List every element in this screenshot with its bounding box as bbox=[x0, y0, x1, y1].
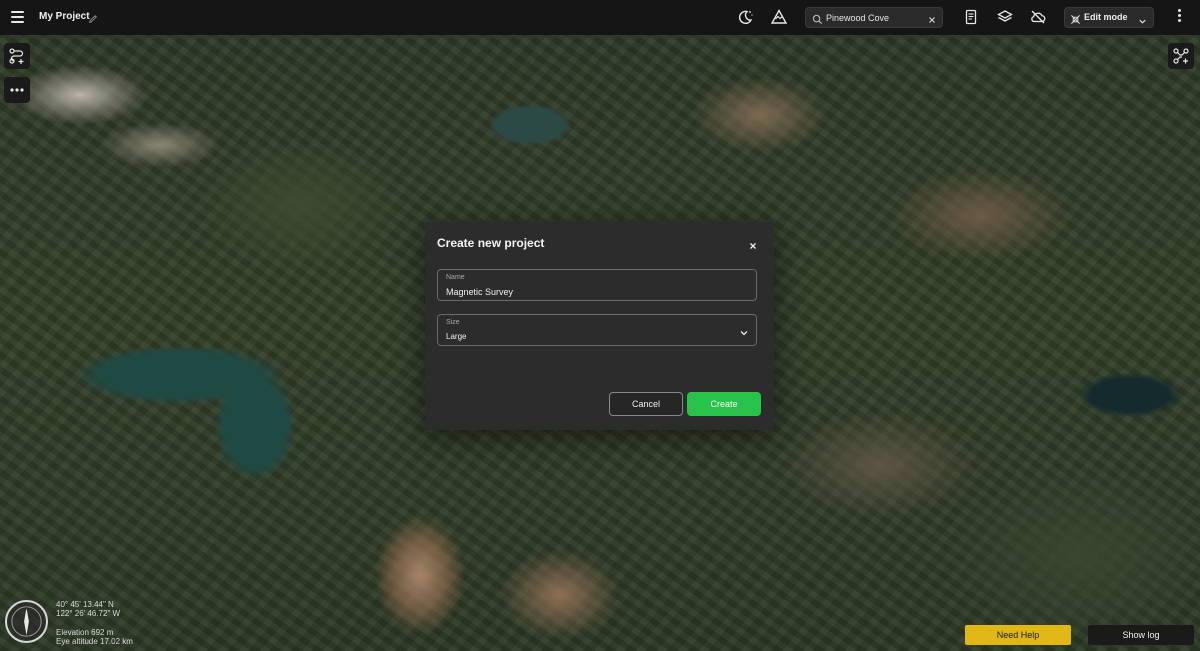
close-icon[interactable] bbox=[927, 12, 937, 23]
search-box[interactable] bbox=[805, 7, 943, 28]
latitude-text: 40° 45' 13.44" N bbox=[56, 600, 114, 609]
size-field-label: Size bbox=[446, 319, 460, 326]
chevron-down-icon bbox=[739, 325, 749, 336]
search-icon bbox=[812, 12, 823, 25]
elevation-text: Elevation 692 m bbox=[56, 628, 114, 637]
hamburger-icon[interactable] bbox=[11, 11, 24, 23]
eye-altitude-text: Eye altitude 17.02 km bbox=[56, 637, 133, 646]
ellipsis-icon[interactable] bbox=[4, 77, 30, 103]
project-name-input[interactable] bbox=[446, 285, 746, 298]
chevron-down-icon bbox=[1138, 13, 1147, 24]
close-icon[interactable] bbox=[748, 238, 758, 249]
route-add-icon[interactable] bbox=[4, 43, 30, 69]
cancel-button[interactable]: Cancel bbox=[609, 392, 683, 416]
app-root: My Project Pinewood Cove Edit mode Creat… bbox=[0, 0, 1200, 651]
project-size-select[interactable]: Size Large bbox=[437, 314, 757, 346]
compass-icon[interactable]: N bbox=[5, 600, 48, 643]
kebab-icon[interactable] bbox=[1176, 9, 1182, 25]
cloud-off-icon[interactable] bbox=[1029, 8, 1047, 26]
edit-mode-icon bbox=[1070, 12, 1081, 24]
pencil-icon[interactable] bbox=[88, 11, 98, 23]
search-input[interactable] bbox=[826, 10, 926, 26]
project-name[interactable]: My Project bbox=[39, 11, 90, 22]
dialog-title: Create new project bbox=[437, 236, 545, 250]
top-bar: My Project Pinewood Cove Edit mode bbox=[0, 0, 1200, 35]
terrain-triangle-icon[interactable] bbox=[770, 8, 788, 26]
show-log-button[interactable]: Show log bbox=[1088, 625, 1194, 645]
drone-add-icon[interactable] bbox=[1168, 43, 1194, 69]
moon-icon[interactable] bbox=[736, 8, 754, 26]
name-field-label: Name bbox=[446, 274, 465, 281]
svg-text:N: N bbox=[25, 606, 29, 612]
size-field-value: Large bbox=[446, 332, 467, 341]
layers-icon[interactable] bbox=[996, 8, 1014, 26]
mode-select[interactable]: Edit mode bbox=[1064, 7, 1154, 28]
need-help-button[interactable]: Need Help bbox=[965, 625, 1071, 645]
create-button[interactable]: Create bbox=[687, 392, 761, 416]
mode-label: Edit mode bbox=[1084, 12, 1128, 22]
create-project-dialog: Create new project Name Size Large Cance… bbox=[425, 222, 774, 430]
project-name-field[interactable]: Name bbox=[437, 269, 757, 301]
coordinates-readout: 40° 45' 13.44" N 122° 26' 46.72" W Eleva… bbox=[56, 600, 133, 646]
longitude-text: 122° 26' 46.72" W bbox=[56, 609, 121, 618]
document-icon[interactable] bbox=[962, 8, 980, 26]
